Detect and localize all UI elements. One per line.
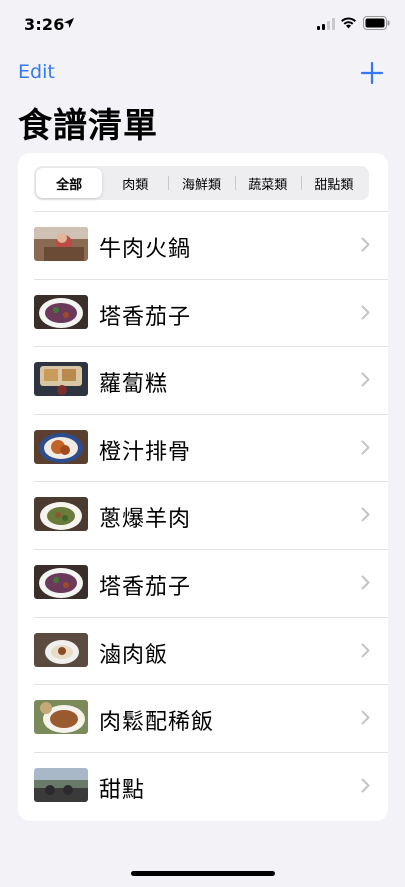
list-item[interactable]: 滷肉飯 — [18, 616, 388, 685]
recipe-name: 橙汁排骨 — [99, 439, 192, 465]
recipe-thumbnail — [34, 700, 88, 735]
recipe-thumbnail — [34, 767, 88, 802]
chevron-right-icon — [361, 440, 370, 455]
list-item[interactable]: 甜點 — [18, 751, 388, 820]
list-item[interactable]: 蘿蔔糕 — [18, 346, 388, 414]
battery-icon — [363, 16, 390, 30]
page-title: 食譜清單 — [18, 106, 158, 146]
list-item[interactable]: 牛肉火鍋 — [18, 211, 388, 279]
list-item[interactable]: 橙汁排骨 — [18, 413, 388, 482]
segment-meat[interactable]: 肉類 — [102, 168, 168, 198]
recipe-thumbnail — [34, 429, 88, 464]
status-bar: 3:26 — [0, 0, 405, 50]
navigation-bar: Edit — [0, 55, 405, 95]
segment-all[interactable]: 全部 — [36, 168, 103, 198]
recipe-name: 蔥爆羊肉 — [99, 507, 192, 533]
category-segmented-control: 全部 肉類 海鮮類 蔬菜類 甜點類 — [34, 166, 369, 200]
wifi-icon — [341, 17, 356, 29]
recipe-name: 塔香茄子 — [99, 574, 192, 600]
home-indicator — [131, 871, 275, 876]
edit-button[interactable]: Edit — [18, 61, 55, 83]
recipe-thumbnail — [34, 294, 88, 329]
recipe-name: 甜點 — [99, 777, 146, 803]
recipe-name: 滷肉飯 — [99, 642, 169, 668]
chevron-right-icon — [361, 237, 370, 252]
recipe-thumbnail — [34, 564, 88, 599]
recipe-thumbnail — [34, 497, 88, 532]
chevron-right-icon — [361, 643, 370, 658]
recipe-thumbnail — [34, 362, 88, 397]
recipe-name: 牛肉火鍋 — [99, 237, 192, 262]
cellular-signal-icon — [317, 18, 335, 30]
recipe-name: 塔香茄子 — [99, 304, 192, 330]
list-item[interactable]: 塔香茄子 — [18, 278, 388, 347]
list-item[interactable]: 肉鬆配稀飯 — [18, 684, 388, 752]
segment-vegetable[interactable]: 蔬菜類 — [234, 168, 301, 198]
recipe-card: 全部 肉類 海鮮類 蔬菜類 甜點類 牛肉火鍋 塔香茄子 蘿蔔糕 橙汁排骨 蔥爆羊… — [18, 153, 388, 821]
chevron-right-icon — [361, 575, 370, 590]
plus-icon[interactable] — [360, 61, 384, 85]
chevron-right-icon — [361, 305, 370, 320]
recipe-list: 牛肉火鍋 塔香茄子 蘿蔔糕 橙汁排骨 蔥爆羊肉 塔香茄子 滷肉飯 肉鬆配稀飯 甜… — [18, 211, 388, 819]
recipe-name: 蘿蔔糕 — [99, 372, 169, 398]
recipe-name: 肉鬆配稀飯 — [99, 710, 215, 736]
chevron-right-icon — [361, 507, 370, 522]
list-item[interactable]: 塔香茄子 — [18, 548, 388, 617]
chevron-right-icon — [361, 372, 370, 387]
segment-seafood[interactable]: 海鮮類 — [168, 168, 234, 198]
chevron-right-icon — [361, 710, 370, 725]
location-arrow-icon — [64, 18, 74, 28]
chevron-right-icon — [361, 778, 370, 793]
list-item[interactable]: 蔥爆羊肉 — [18, 481, 388, 549]
status-time: 3:26 — [24, 15, 65, 34]
recipe-thumbnail — [34, 632, 88, 667]
recipe-thumbnail — [34, 227, 88, 261]
segment-dessert[interactable]: 甜點類 — [300, 168, 367, 198]
